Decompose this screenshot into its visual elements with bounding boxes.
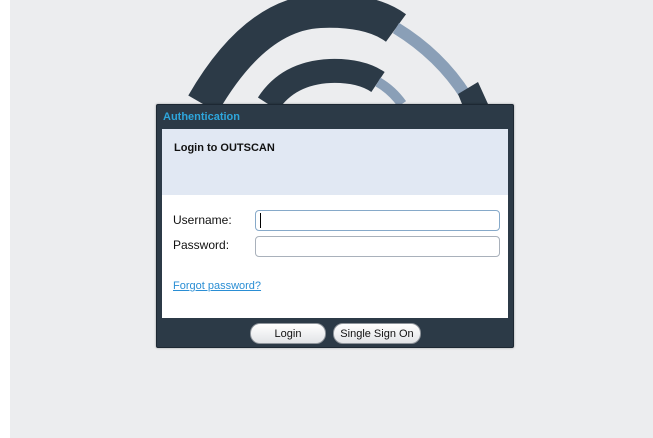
single-sign-on-button[interactable]: Single Sign On xyxy=(333,323,421,344)
login-heading: Login to OUTSCAN xyxy=(174,142,275,154)
login-button[interactable]: Login xyxy=(250,323,326,344)
password-field[interactable] xyxy=(255,236,500,257)
password-label: Password: xyxy=(173,238,230,252)
inner-arc-light xyxy=(375,77,407,107)
outer-arc-light xyxy=(392,22,472,100)
username-label: Username: xyxy=(173,213,232,227)
authentication-dialog: Authentication Login to OUTSCAN Username… xyxy=(156,104,514,348)
dialog-body: Login to OUTSCAN Username: Password: For… xyxy=(162,129,508,318)
text-cursor xyxy=(260,213,261,228)
dialog-header-band: Login to OUTSCAN xyxy=(162,129,508,195)
dialog-title: Authentication xyxy=(163,111,240,123)
username-field[interactable] xyxy=(255,210,500,231)
inner-arc-dark xyxy=(257,58,385,111)
forgot-password-link[interactable]: Forgot password? xyxy=(173,280,261,292)
